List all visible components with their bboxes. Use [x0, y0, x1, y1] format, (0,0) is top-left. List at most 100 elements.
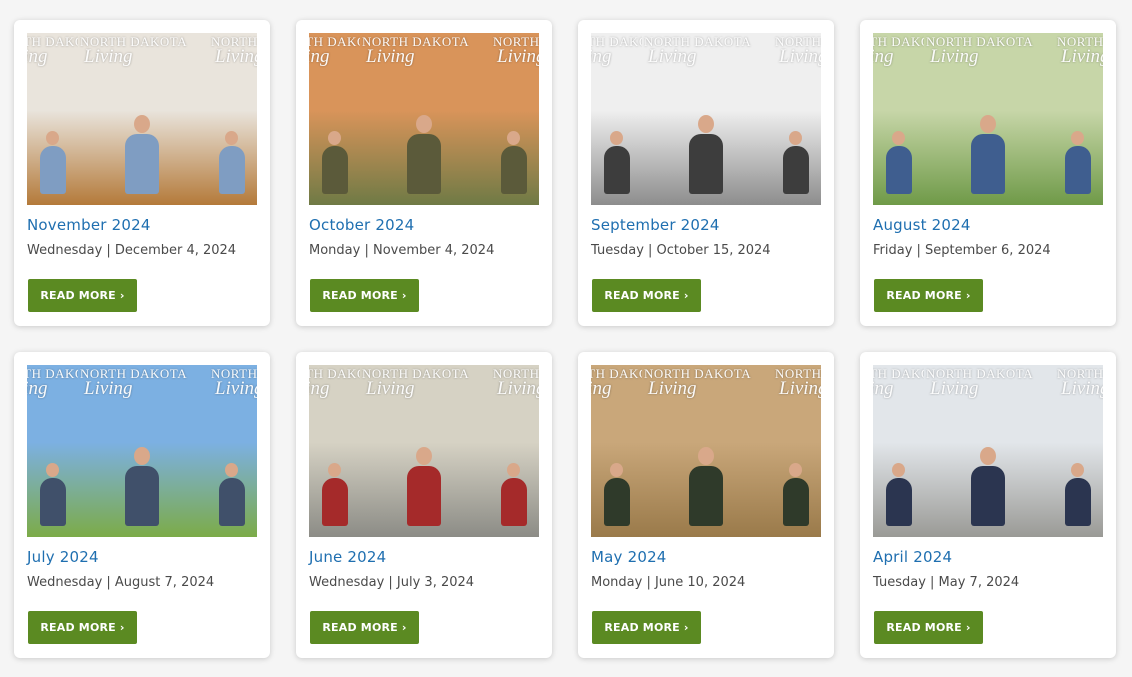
cover-figure: [782, 131, 809, 194]
issue-card: NORTH DAKOTA Living NORTH DAKOTA Living …: [14, 20, 270, 326]
issue-date: Monday | November 4, 2024: [309, 243, 495, 258]
issue-title[interactable]: June 2024: [309, 548, 539, 566]
masthead: NORTH DAKOTA Living: [309, 367, 360, 398]
issue-title[interactable]: October 2024: [309, 216, 539, 234]
masthead: NORTH DAKOTA Living: [360, 367, 488, 398]
cover-panel-right: NORTH DAKOTA Living: [1052, 365, 1103, 537]
issue-cover-image[interactable]: NORTH DAKOTA Living NORTH DAKOTA Living …: [873, 365, 1103, 537]
cover-panel-main: NORTH DAKOTA Living: [642, 365, 770, 537]
issue-date: Wednesday | July 3, 2024: [309, 575, 475, 590]
masthead: NORTH DAKOTA Living: [924, 367, 1052, 398]
cover-figure: [218, 131, 245, 194]
masthead: NORTH DAKOTA Living: [642, 35, 770, 66]
issue-card: NORTH DAKOTA Living NORTH DAKOTA Living …: [860, 20, 1116, 326]
cover-panel-right: NORTH DAKOTA Living: [488, 365, 539, 537]
cover-panel-left: NORTH DAKOTA Living: [591, 33, 642, 205]
masthead: NORTH DAKOTA Living: [209, 35, 257, 66]
issue-date: Tuesday | May 7, 2024: [873, 575, 1020, 590]
issue-card: NORTH DAKOTA Living NORTH DAKOTA Living …: [578, 20, 834, 326]
issue-cover-image[interactable]: NORTH DAKOTA Living NORTH DAKOTA Living …: [873, 33, 1103, 205]
masthead-line2: Living: [84, 46, 133, 67]
cover-panel-left: NORTH DAKOTA Living: [873, 33, 924, 205]
read-more-button[interactable]: READ MORE ›: [874, 611, 983, 644]
issue-card: NORTH DAKOTA Living NORTH DAKOTA Living …: [296, 20, 552, 326]
cover-panel-left: NORTH DAKOTA Living: [27, 365, 78, 537]
cover-panel-main: NORTH DAKOTA Living: [360, 33, 488, 205]
masthead-line2: Living: [215, 378, 257, 399]
issue-cover-image[interactable]: NORTH DAKOTA Living NORTH DAKOTA Living …: [27, 365, 257, 537]
masthead: NORTH DAKOTA Living: [873, 35, 924, 66]
masthead: NORTH DAKOTA Living: [309, 35, 360, 66]
cover-figure: [39, 463, 66, 526]
masthead-line2: Living: [930, 378, 979, 399]
cover-figure: [885, 131, 912, 194]
masthead-line2: Living: [591, 378, 612, 399]
cover-figure: [689, 115, 723, 194]
cover-figure: [39, 131, 66, 194]
masthead: NORTH DAKOTA Living: [773, 367, 821, 398]
masthead: NORTH DAKOTA Living: [360, 35, 488, 66]
cover-figure: [500, 463, 527, 526]
cover-figure: [782, 463, 809, 526]
masthead: NORTH DAKOTA Living: [78, 367, 206, 398]
cover-figure: [218, 463, 245, 526]
issue-title[interactable]: November 2024: [27, 216, 257, 234]
cover-panel-main: NORTH DAKOTA Living: [78, 365, 206, 537]
issue-cover-image[interactable]: NORTH DAKOTA Living NORTH DAKOTA Living …: [309, 33, 539, 205]
masthead: NORTH DAKOTA Living: [209, 367, 257, 398]
issue-cover-image[interactable]: NORTH DAKOTA Living NORTH DAKOTA Living …: [591, 33, 821, 205]
issue-card: NORTH DAKOTA Living NORTH DAKOTA Living …: [578, 352, 834, 658]
masthead: NORTH DAKOTA Living: [491, 35, 539, 66]
issue-cover-image[interactable]: NORTH DAKOTA Living NORTH DAKOTA Living …: [27, 33, 257, 205]
cover-figure: [689, 447, 723, 526]
masthead-line2: Living: [497, 46, 539, 67]
cover-panel-left: NORTH DAKOTA Living: [873, 365, 924, 537]
cover-panel-main: NORTH DAKOTA Living: [360, 365, 488, 537]
issue-title[interactable]: September 2024: [591, 216, 821, 234]
masthead: NORTH DAKOTA Living: [78, 35, 206, 66]
masthead-line2: Living: [1061, 378, 1103, 399]
cover-figure: [321, 131, 348, 194]
cover-panel-left: NORTH DAKOTA Living: [591, 365, 642, 537]
issue-title[interactable]: May 2024: [591, 548, 821, 566]
masthead-line2: Living: [215, 46, 257, 67]
masthead-line2: Living: [873, 378, 894, 399]
read-more-button[interactable]: READ MORE ›: [592, 279, 701, 312]
read-more-button[interactable]: READ MORE ›: [874, 279, 983, 312]
issue-cover-image[interactable]: NORTH DAKOTA Living NORTH DAKOTA Living …: [591, 365, 821, 537]
masthead: NORTH DAKOTA Living: [27, 35, 78, 66]
masthead: NORTH DAKOTA Living: [591, 35, 642, 66]
issue-title[interactable]: April 2024: [873, 548, 1103, 566]
cover-panel-left: NORTH DAKOTA Living: [309, 365, 360, 537]
masthead-line2: Living: [648, 46, 697, 67]
read-more-button[interactable]: READ MORE ›: [28, 611, 137, 644]
issue-cover-image[interactable]: NORTH DAKOTA Living NORTH DAKOTA Living …: [309, 365, 539, 537]
issue-date: Monday | June 10, 2024: [591, 575, 746, 590]
cover-panel-right: NORTH DAKOTA Living: [488, 33, 539, 205]
masthead-line2: Living: [309, 46, 330, 67]
masthead: NORTH DAKOTA Living: [924, 35, 1052, 66]
read-more-button[interactable]: READ MORE ›: [592, 611, 701, 644]
read-more-button[interactable]: READ MORE ›: [310, 611, 419, 644]
cover-figure: [885, 463, 912, 526]
masthead-line2: Living: [930, 46, 979, 67]
issue-date: Friday | September 6, 2024: [873, 243, 1051, 258]
issue-grid: NORTH DAKOTA Living NORTH DAKOTA Living …: [14, 20, 1116, 658]
masthead-line2: Living: [873, 46, 894, 67]
issue-title[interactable]: August 2024: [873, 216, 1103, 234]
masthead-line2: Living: [84, 378, 133, 399]
cover-panel-right: NORTH DAKOTA Living: [206, 33, 257, 205]
issue-card: NORTH DAKOTA Living NORTH DAKOTA Living …: [296, 352, 552, 658]
read-more-button[interactable]: READ MORE ›: [28, 279, 137, 312]
cover-panel-right: NORTH DAKOTA Living: [770, 365, 821, 537]
cover-panel-main: NORTH DAKOTA Living: [642, 33, 770, 205]
issue-title[interactable]: July 2024: [27, 548, 257, 566]
masthead-line2: Living: [27, 378, 48, 399]
cover-figure: [603, 131, 630, 194]
issue-date: Wednesday | December 4, 2024: [27, 243, 237, 258]
masthead-line2: Living: [648, 378, 697, 399]
cover-panel-right: NORTH DAKOTA Living: [206, 365, 257, 537]
issue-card: NORTH DAKOTA Living NORTH DAKOTA Living …: [14, 352, 270, 658]
read-more-button[interactable]: READ MORE ›: [310, 279, 419, 312]
issue-card: NORTH DAKOTA Living NORTH DAKOTA Living …: [860, 352, 1116, 658]
